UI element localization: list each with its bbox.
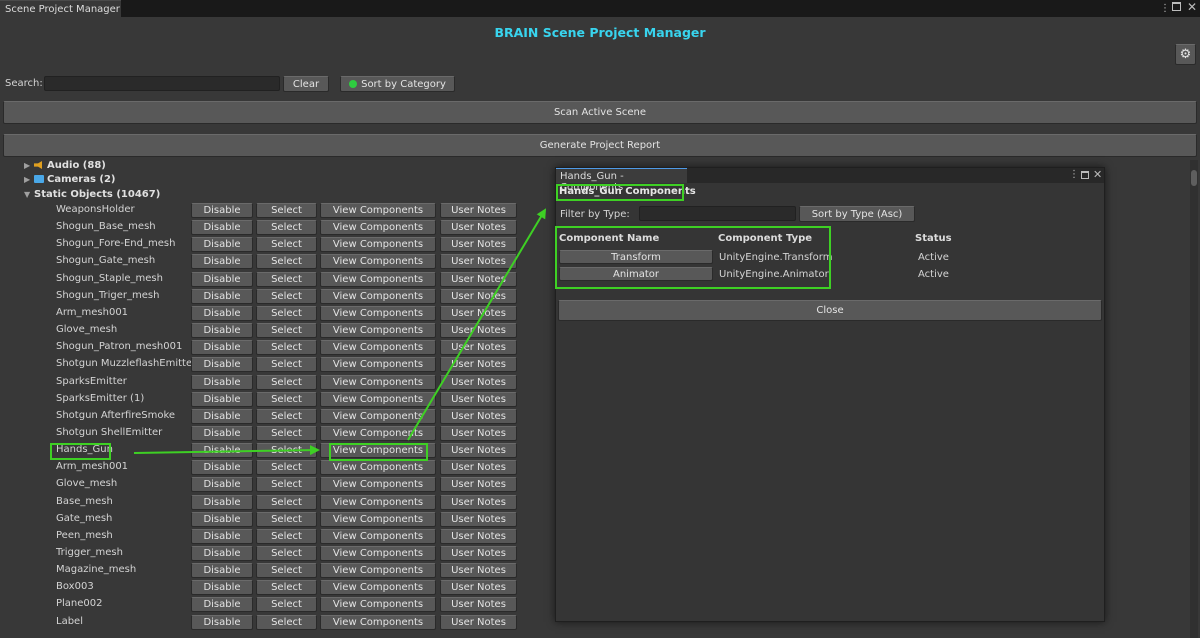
arrow-to-view-components: [133, 445, 320, 456]
annotation-arrows: [133, 208, 547, 456]
arrow-to-popup: [407, 208, 547, 441]
